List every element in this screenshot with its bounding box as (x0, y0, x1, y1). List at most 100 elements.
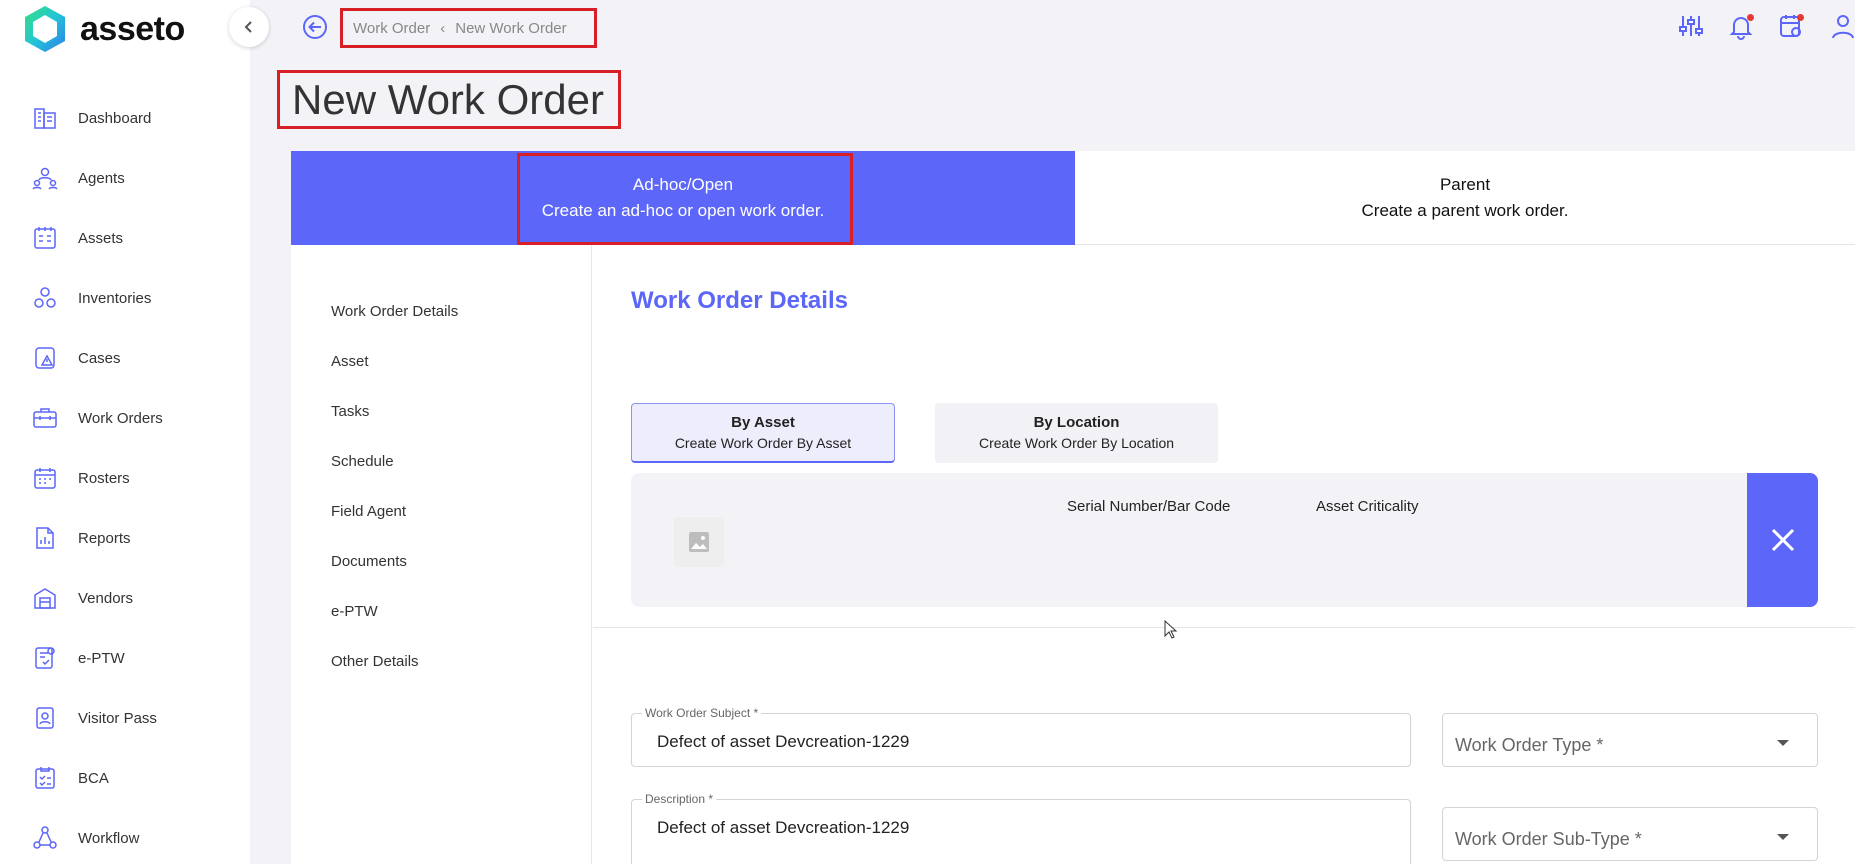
sidebar-item-bca[interactable]: BCA (0, 748, 250, 808)
workflow-icon (33, 826, 57, 849)
breadcrumb: Work Order ‹ New Work Order (340, 8, 597, 48)
breadcrumb-new-work-order: New Work Order (455, 19, 567, 37)
select-placeholder: Work Order Sub-Type * (1455, 829, 1642, 849)
tab-subtitle: Create a parent work order. (1361, 200, 1569, 220)
form-content: Work Order Details Asset Tasks Schedule … (291, 245, 1855, 864)
sidebar-item-label: Workflow (78, 829, 140, 847)
dropdown-arrow-icon (1777, 834, 1789, 840)
user-profile-icon[interactable] (1827, 12, 1855, 40)
chevron-left-icon (244, 21, 252, 33)
details-title: Work Order Details (631, 287, 848, 314)
asset-image-placeholder (674, 517, 724, 567)
tab-title: Ad-hoc/Open (632, 175, 734, 194)
tab-subtitle: Create an ad-hoc or open work order. (541, 201, 825, 220)
remove-asset-button[interactable] (1747, 473, 1818, 607)
sidebar-item-label: BCA (78, 769, 109, 787)
app-logo[interactable]: asseto (22, 4, 185, 54)
work-order-type-select[interactable]: Work Order Type * (1442, 713, 1818, 767)
header-actions (1655, 12, 1855, 40)
rosters-icon (34, 468, 56, 489)
agents-icon (32, 167, 58, 190)
reports-icon (36, 527, 54, 549)
page-title-container: New Work Order (277, 70, 621, 129)
back-arrow-icon[interactable] (302, 14, 328, 40)
work-order-type-tabs: Ad-hoc/Open Create an ad-hoc or open wor… (291, 151, 1855, 245)
field-label: Description * (642, 792, 717, 806)
field-value: Defect of asset Devcreation-1229 (657, 818, 910, 837)
mouse-cursor-icon (1164, 620, 1178, 639)
sidebar-item-label: Inventories (78, 289, 152, 307)
sidebar-item-inventories[interactable]: Inventories (0, 268, 250, 328)
chevron-left-icon: ‹ (440, 19, 446, 37)
sidebar-item-label: Rosters (78, 469, 130, 487)
asseto-logo-icon (25, 6, 65, 52)
work-order-subject-field[interactable]: Work Order Subject * Defect of asset Dev… (631, 706, 1411, 767)
field-value: Defect of asset Devcreation-1229 (657, 732, 910, 751)
section-nav-tasks[interactable]: Tasks (331, 403, 369, 420)
section-nav: Work Order Details Asset Tasks Schedule … (291, 245, 592, 864)
visitor-pass-icon (36, 707, 54, 729)
sidebar-item-rosters[interactable]: Rosters (0, 448, 250, 508)
sidebar-item-workflow[interactable]: Workflow (0, 808, 250, 864)
vendors-icon (34, 588, 56, 609)
close-icon (1771, 528, 1794, 552)
inventories-icon (34, 287, 56, 308)
tab-title: Parent (1439, 174, 1491, 194)
sidebar-item-label: Dashboard (78, 109, 152, 127)
dropdown-arrow-icon (1777, 740, 1789, 746)
sidebar-item-eptw[interactable]: e-PTW (0, 628, 250, 688)
asset-criticality-label: Asset Criticality (1316, 498, 1419, 515)
tab-title: By Location (1033, 414, 1120, 431)
section-nav-asset[interactable]: Asset (331, 353, 369, 370)
sidebar-collapse-button[interactable] (229, 7, 269, 47)
sidebar-item-reports[interactable]: Reports (0, 508, 250, 568)
section-nav-documents[interactable]: Documents (331, 553, 407, 570)
cases-icon (35, 347, 55, 369)
notification-bell-icon[interactable] (1727, 12, 1755, 40)
bca-icon (35, 767, 55, 789)
description-field[interactable]: Description * Defect of asset Devcreatio… (631, 792, 1411, 864)
tab-ad-hoc-open[interactable]: Ad-hoc/Open Create an ad-hoc or open wor… (291, 151, 1075, 245)
section-nav-work-order-details[interactable]: Work Order Details (331, 303, 458, 320)
sidebar-item-cases[interactable]: Cases (0, 328, 250, 388)
select-placeholder: Work Order Type * (1455, 735, 1604, 755)
eptw-icon (35, 647, 55, 669)
assets-icon (34, 227, 56, 249)
image-placeholder-icon (689, 532, 709, 552)
sidebar-item-label: Vendors (78, 589, 134, 607)
section-nav-schedule[interactable]: Schedule (331, 453, 394, 470)
sidebar-item-visitor-pass[interactable]: Visitor Pass (0, 688, 250, 748)
tab-by-asset[interactable]: By Asset Create Work Order By Asset (631, 403, 895, 463)
sidebar-item-dashboard[interactable]: Dashboard (0, 88, 250, 148)
tab-subtitle: Create Work Order By Location (978, 435, 1175, 451)
sidebar-nav: Dashboard Agents Assets Inventories Case… (0, 88, 250, 864)
section-nav-eptw[interactable]: e-PTW (331, 603, 378, 620)
sidebar-item-label: Cases (78, 349, 121, 367)
tab-subtitle: Create Work Order By Asset (674, 434, 852, 451)
sidebar-item-work-orders[interactable]: Work Orders (0, 388, 250, 448)
sidebar-item-label: Work Orders (78, 409, 163, 427)
page-title: New Work Order (292, 75, 604, 123)
section-divider (593, 627, 1855, 628)
task-calendar-icon[interactable] (1777, 12, 1805, 40)
details-panel: Work Order Details By Asset Create Work … (593, 245, 1855, 864)
sidebar: asseto Dashboard Agents Assets Inventori… (0, 0, 250, 864)
section-nav-field-agent[interactable]: Field Agent (331, 503, 406, 520)
tab-by-location[interactable]: By Location Create Work Order By Locatio… (935, 403, 1218, 463)
section-nav-other-details[interactable]: Other Details (331, 653, 419, 670)
work-orders-icon (33, 408, 57, 428)
tab-title: By Asset (731, 413, 795, 431)
sidebar-item-label: Reports (78, 529, 131, 547)
sidebar-item-label: Assets (78, 229, 124, 247)
work-order-sub-type-select[interactable]: Work Order Sub-Type * (1442, 807, 1818, 861)
sidebar-item-label: Agents (78, 169, 125, 187)
sidebar-item-label: Visitor Pass (78, 709, 157, 727)
sidebar-item-assets[interactable]: Assets (0, 208, 250, 268)
tab-parent[interactable]: Parent Create a parent work order. (1075, 151, 1855, 245)
sidebar-item-agents[interactable]: Agents (0, 148, 250, 208)
breadcrumb-work-order[interactable]: Work Order (353, 20, 430, 37)
asset-serial-number-label: Serial Number/Bar Code (1067, 498, 1231, 515)
sidebar-item-vendors[interactable]: Vendors (0, 568, 250, 628)
field-label: Work Order Subject * (642, 706, 762, 720)
filter-sliders-icon[interactable] (1677, 12, 1705, 40)
